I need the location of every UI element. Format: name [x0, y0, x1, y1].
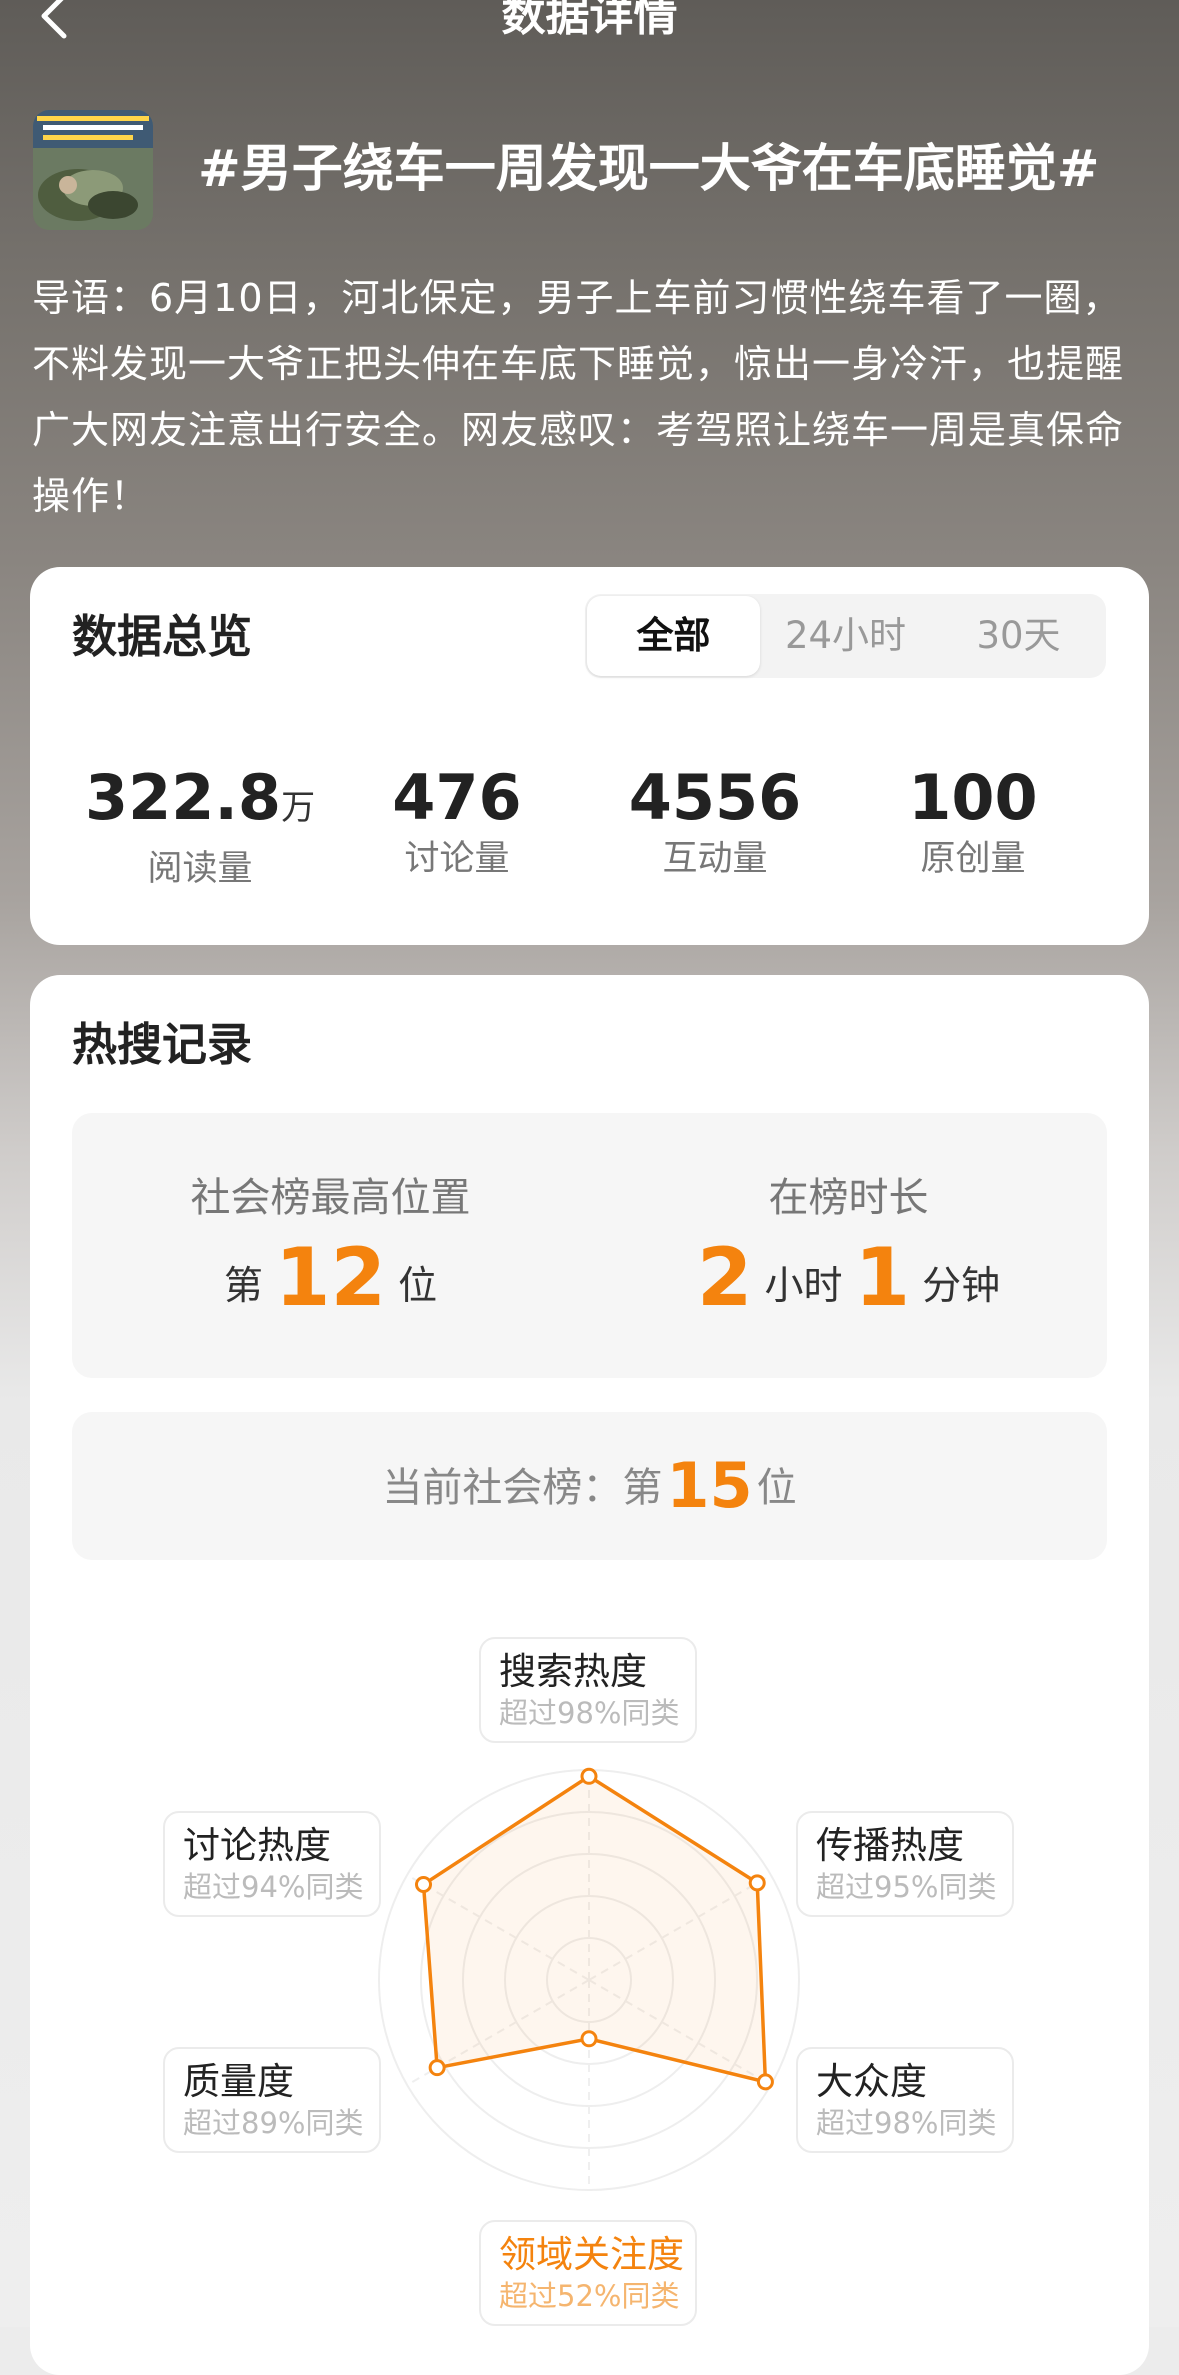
tab-24h[interactable]: 24小时 [759, 594, 932, 678]
stat-originals: 100 原创量 [843, 762, 1103, 882]
stat-interactions: 4556 互动量 [585, 762, 845, 882]
overview-card: 数据总览 全部 24小时 30天 322.8万 阅读量 476 讨论量 4556… [30, 567, 1149, 945]
tab-all[interactable]: 全部 [587, 596, 760, 676]
radar-label-1: 搜索热度 超过98%同类 [479, 1637, 697, 1743]
stat-reads-value: 322.8 [84, 761, 282, 834]
radar-label-percentile: 超过94%同类 [183, 1870, 364, 1904]
stat-discussions-value: 476 [392, 761, 522, 834]
stat-originals-value: 100 [908, 761, 1038, 834]
radar-label-name: 质量度 [183, 2060, 294, 2103]
radar-label-2: 传播热度 超过95%同类 [796, 1811, 1014, 1917]
radar-label-name: 领域关注度 [499, 2233, 684, 2276]
radar-point-4 [580, 2030, 598, 2048]
radar-label-percentile: 超过95%同类 [816, 1870, 997, 1904]
radar-point-6 [415, 1875, 433, 1893]
stat-discussions-label: 讨论量 [404, 839, 510, 879]
radar-label-5: 质量度 超过89%同类 [163, 2047, 381, 2153]
stat-originals-label: 原创量 [920, 839, 1026, 879]
stat-interactions-label: 互动量 [662, 839, 768, 879]
stat-interactions-value: 4556 [628, 761, 802, 834]
radar-label-percentile: 超过52%同类 [499, 2279, 680, 2313]
topic-title: #男子绕车一周发现一大爷在车底睡觉# [198, 140, 1100, 199]
page-title: 数据详情 [501, 0, 678, 41]
stat-reads-label: 阅读量 [147, 849, 253, 889]
time-range-tabs: 全部 24小时 30天 [585, 594, 1106, 678]
stat-reads-unit: 万 [281, 788, 316, 828]
radar-label-name: 大众度 [816, 2060, 927, 2103]
stat-reads: 322.8万 阅读量 [70, 762, 330, 892]
radar-label-6: 讨论热度 超过94%同类 [163, 1811, 381, 1917]
radar-label-percentile: 超过98%同类 [499, 1696, 680, 1730]
radar-label-name: 搜索热度 [499, 1650, 647, 1693]
tab-30d[interactable]: 30天 [932, 594, 1105, 678]
radar-point-3 [756, 2073, 774, 2091]
radar-label-4: 领域关注度 超过52%同类 [479, 2220, 697, 2326]
radar-point-2 [748, 1874, 766, 1892]
stat-discussions: 476 讨论量 [327, 762, 587, 882]
radar-label-percentile: 超过98%同类 [816, 2106, 997, 2140]
topic-intro: 导语：6月10日，河北保定，男子上车前习惯性绕车看了一圈，不料发现一大爷正把头伸… [32, 276, 1125, 518]
radar-point-5 [428, 2059, 446, 2077]
radar-label-name: 传播热度 [816, 1824, 964, 1867]
overview-title: 数据总览 [72, 610, 253, 663]
radar-point-1 [580, 1767, 598, 1785]
topic-thumbnail [33, 110, 153, 230]
hot-search-card: 热搜记录 社会榜最高位置 第 12 位 在榜时长 2 小时 1 分钟 当前社会榜：第15 位… [30, 975, 1149, 2375]
radar-label-3: 大众度 超过98%同类 [796, 2047, 1014, 2153]
nav-bar: 数据详情 [0, 0, 1179, 60]
radar-label-name: 讨论热度 [183, 1824, 331, 1867]
radar-label-percentile: 超过89%同类 [183, 2106, 364, 2140]
